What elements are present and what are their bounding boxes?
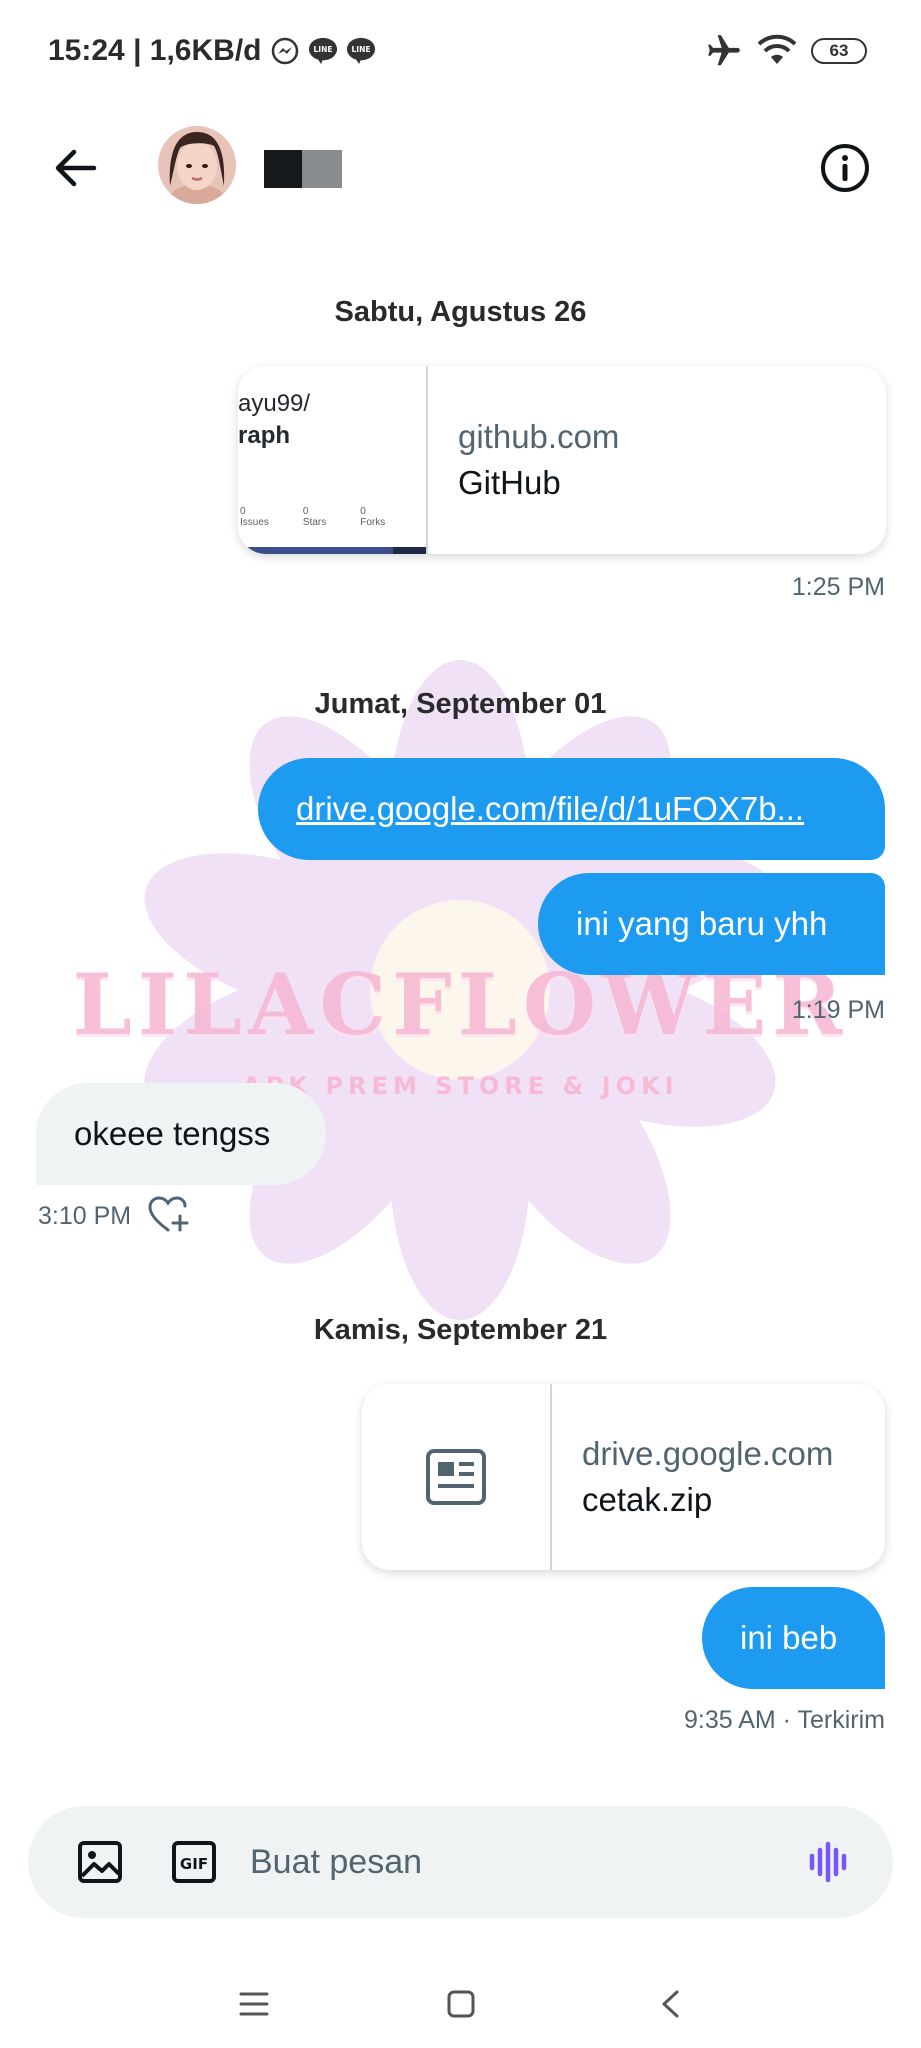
- link-card-title: GitHub: [458, 464, 561, 501]
- thumb-stat-issues: 0: [240, 506, 246, 517]
- message-composer: GIF: [28, 1806, 893, 1918]
- sent-message-link[interactable]: drive.google.com/file/d/1uFOX7b...: [258, 758, 885, 860]
- link-card-drive[interactable]: drive.google.com cetak.zip: [362, 1384, 885, 1570]
- gif-label: GIF: [180, 1855, 208, 1873]
- image-icon: [78, 1841, 122, 1883]
- status-bar: 15:24 | 1,6KB/d LINE LINE 63: [0, 0, 921, 104]
- thumb-repo: raph: [238, 422, 291, 449]
- link-card-title: cetak.zip: [582, 1481, 713, 1518]
- airplane-icon: [708, 35, 740, 66]
- heart-plus-icon: [148, 1196, 189, 1232]
- back-button[interactable]: [48, 140, 104, 196]
- line-icon: LINE: [308, 36, 338, 66]
- gif-button[interactable]: GIF: [168, 1836, 220, 1888]
- add-reaction-button[interactable]: [148, 1196, 190, 1234]
- media-button[interactable]: [74, 1836, 126, 1888]
- message-timestamp: 1:19 PM: [791, 996, 885, 1024]
- thumb-stat-forks: 0: [360, 506, 366, 517]
- recents-button[interactable]: [224, 1974, 284, 2034]
- link-card-thumbnail: [362, 1384, 552, 1570]
- thumb-stat-label: Issues: [240, 517, 269, 528]
- thumb-stat-label: Stars: [302, 517, 327, 528]
- message-timestamp: 3:10 PM: [38, 1202, 132, 1230]
- system-nav-bar: [0, 1960, 921, 2048]
- sent-message[interactable]: ini yang baru yhh: [538, 873, 885, 975]
- status-time: 15:24 | 1,6KB/d: [48, 34, 262, 67]
- link-card-info: github.com GitHub: [428, 366, 619, 554]
- gif-icon: GIF: [172, 1841, 216, 1883]
- message-link[interactable]: drive.google.com/file/d/1uFOX7b...: [296, 790, 804, 828]
- link-card-domain: github.com: [458, 418, 620, 455]
- voice-icon: [809, 1841, 847, 1883]
- contact-name-redacted: [264, 150, 342, 188]
- status-left: 15:24 | 1,6KB/d LINE LINE: [48, 34, 376, 68]
- thumb-stat-stars: 0: [302, 506, 309, 517]
- status-right: 63: [705, 32, 867, 70]
- message-text: okeee tengss: [74, 1115, 271, 1152]
- link-card-info: drive.google.com cetak.zip: [552, 1384, 833, 1570]
- message-timestamp: 1:25 PM: [791, 573, 885, 601]
- conversation-header: [0, 104, 921, 224]
- link-card-github[interactable]: ayu99/ raph 0 Issues 0 Stars 0 Forks git…: [238, 366, 886, 554]
- menu-icon: [239, 1992, 269, 2016]
- info-icon: [821, 144, 869, 192]
- avatar[interactable]: [158, 126, 236, 204]
- date-separator: Kamis, September 21: [313, 1314, 608, 1346]
- link-card-domain: drive.google.com: [582, 1435, 834, 1472]
- svg-text:LINE: LINE: [351, 45, 370, 54]
- battery-icon: 63: [811, 38, 867, 64]
- info-button[interactable]: [817, 140, 873, 196]
- thumb-stat-label: Forks: [360, 517, 386, 528]
- voice-message-button[interactable]: [804, 1836, 856, 1888]
- home-square-icon: [447, 1990, 475, 2018]
- date-separator: Jumat, September 01: [314, 688, 607, 720]
- svg-text:LINE: LINE: [313, 45, 332, 54]
- message-timestamp: 9:35 AM · Terkirim: [684, 1706, 885, 1734]
- home-button[interactable]: [431, 1974, 491, 2034]
- messenger-icon: [270, 36, 300, 66]
- back-arrow-icon: [55, 149, 97, 187]
- sent-message[interactable]: ini beb: [702, 1587, 885, 1689]
- thumb-stats: 0 Issues 0 Stars 0 Forks: [240, 506, 385, 528]
- line-icon: LINE: [346, 36, 376, 66]
- chevron-left-icon: [662, 1990, 679, 2018]
- thumb-language-bar: [238, 547, 426, 554]
- received-message[interactable]: okeee tengss: [36, 1083, 326, 1185]
- thumb-user: ayu99/: [238, 390, 311, 417]
- link-card-thumbnail: ayu99/ raph 0 Issues 0 Stars 0 Forks: [238, 366, 428, 554]
- system-back-button[interactable]: [640, 1974, 700, 2034]
- date-separator: Sabtu, Agustus 26: [334, 296, 587, 328]
- message-input[interactable]: [250, 1834, 770, 1890]
- wifi-icon: [757, 34, 797, 64]
- message-text: ini beb: [740, 1619, 838, 1656]
- battery-level: 63: [829, 41, 849, 60]
- message-text: ini yang baru yhh: [576, 905, 828, 942]
- article-icon: [426, 1449, 486, 1505]
